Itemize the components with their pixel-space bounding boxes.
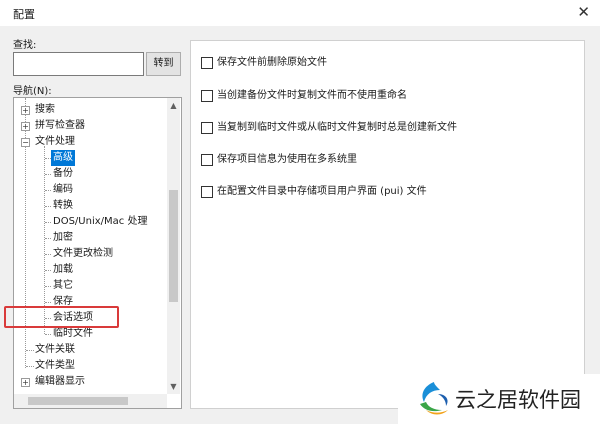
nav-tree[interactable]: + 搜索 + 拼写检查器 − 文件处理 高级 备份 编码 转换 DOS/Unix… (13, 97, 182, 409)
tree-branch (45, 302, 51, 303)
tree-branch (45, 190, 51, 191)
expand-icon[interactable]: + (21, 106, 30, 115)
scroll-up-icon[interactable]: ▲ (167, 100, 180, 112)
goto-button[interactable]: 转到 (146, 52, 181, 76)
collapse-icon[interactable]: − (21, 138, 30, 147)
nav-label: 导航(N): (13, 86, 52, 97)
annotation-highlight-box (4, 306, 119, 328)
tree-item-label: 转换 (53, 200, 73, 211)
tree-item-label: 加密 (53, 232, 73, 243)
window-title: 配置 (13, 8, 35, 21)
option-label: 当创建备份文件时复制文件而不使用重命名 (217, 90, 407, 101)
title-bar: 配置 ✕ (0, 0, 600, 26)
checkbox[interactable] (201, 122, 213, 134)
tree-branch (45, 270, 51, 271)
tree-item-label: 加载 (53, 264, 73, 275)
tree-branch (26, 366, 34, 367)
expand-icon[interactable]: + (21, 122, 30, 131)
tree-branch (45, 174, 51, 175)
checkbox[interactable] (201, 90, 213, 102)
tree-branch (45, 238, 51, 239)
watermark: 云之居软件园 (398, 374, 600, 424)
option-label: 当复制到临时文件或从临时文件复制时总是创建新文件 (217, 122, 457, 133)
tree-item-label: 其它 (53, 280, 73, 291)
tree-item-label: 编辑器显示 (35, 376, 85, 387)
tree-branch (45, 254, 51, 255)
checkbox[interactable] (201, 186, 213, 198)
tree-item-label: 文件更改检测 (53, 248, 113, 259)
tree-item-label: 高级 (51, 150, 75, 166)
hscroll-thumb[interactable] (28, 397, 128, 405)
tree-branch (45, 286, 51, 287)
tree-item-label: 文件类型 (35, 360, 75, 371)
tree-item-label: 临时文件 (53, 328, 93, 339)
scroll-thumb[interactable] (169, 190, 178, 302)
scroll-down-icon[interactable]: ▼ (167, 381, 180, 393)
config-dialog: 配置 ✕ 查找: 转到 导航(N): + 搜索 + 拼写检查器 − 文件处理 高… (0, 0, 600, 424)
tree-branch (45, 206, 51, 207)
search-input[interactable] (13, 52, 144, 76)
tree-branch (45, 334, 51, 335)
tree-branch (26, 350, 34, 351)
options-panel: 保存文件前删除原始文件 当创建备份文件时复制文件而不使用重命名 当复制到临时文件… (190, 40, 585, 409)
tree-item-label: 文件处理 (35, 136, 75, 147)
search-label: 查找: (13, 40, 37, 51)
watermark-logo-icon (420, 382, 448, 415)
option-label: 保存项目信息为使用在多系统里 (217, 154, 357, 165)
checkbox[interactable] (201, 154, 213, 166)
tree-item-label: DOS/Unix/Mac 处理 (53, 216, 148, 227)
option-label: 在配置文件目录中存储项目用户界面 (pui) 文件 (217, 186, 427, 197)
tree-item-label: 文件关联 (35, 344, 75, 355)
checkbox[interactable] (201, 57, 213, 69)
tree-item-label: 搜索 (35, 104, 55, 115)
tree-item-label: 编码 (53, 184, 73, 195)
tree-item-label: 拼写检查器 (35, 120, 85, 131)
horizontal-scrollbar[interactable] (14, 394, 167, 408)
vertical-scrollbar[interactable]: ▲ ▼ (167, 98, 180, 394)
tree-branch (45, 222, 51, 223)
option-label: 保存文件前删除原始文件 (217, 57, 327, 68)
tree-item-label: 备份 (53, 168, 73, 179)
expand-icon[interactable]: + (21, 378, 30, 387)
watermark-text: 云之居软件园 (455, 388, 581, 412)
close-icon[interactable]: ✕ (577, 3, 590, 21)
